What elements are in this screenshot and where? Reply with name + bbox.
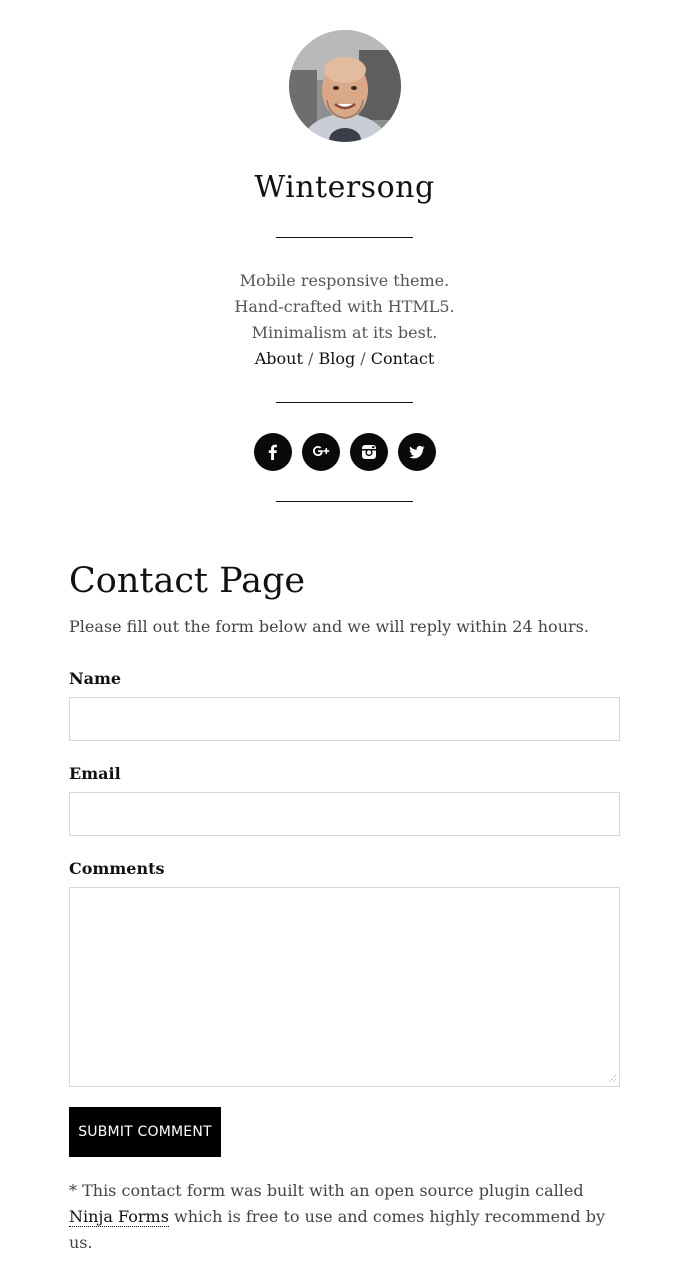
main-nav: About / Blog / Contact: [0, 346, 689, 372]
page-title: Contact Page: [69, 561, 306, 601]
tagline-line: Mobile responsive theme.: [239, 271, 450, 290]
facebook-icon: [268, 444, 277, 460]
facebook-button[interactable]: [254, 433, 292, 471]
name-label: Name: [69, 669, 122, 688]
comments-field[interactable]: [69, 887, 620, 1087]
instagram-button[interactable]: [350, 433, 388, 471]
nav-separator: /: [302, 349, 319, 368]
google-plus-icon: [313, 446, 330, 456]
twitter-icon: [409, 445, 425, 459]
page-intro: Please fill out the form below and we wi…: [69, 617, 589, 636]
nav-separator: /: [355, 349, 371, 368]
name-field[interactable]: [69, 697, 620, 741]
tagline-line: Minimalism at its best.: [251, 323, 438, 342]
avatar[interactable]: [289, 30, 401, 142]
ninja-forms-link[interactable]: Ninja Forms: [69, 1207, 169, 1227]
tagline-line: Hand-crafted with HTML5.: [234, 297, 455, 316]
footnote: * This contact form was built with an op…: [69, 1178, 629, 1256]
divider: [276, 501, 413, 502]
instagram-icon: [362, 445, 376, 459]
email-label: Email: [69, 764, 121, 783]
nav-link-about[interactable]: About: [255, 349, 303, 368]
divider: [276, 237, 413, 238]
submit-comment-button[interactable]: SUBMIT COMMENT: [69, 1107, 221, 1157]
site-title: Wintersong: [254, 170, 435, 205]
social-links: [254, 433, 436, 471]
avatar-photo: [289, 30, 401, 142]
google-plus-button[interactable]: [302, 433, 340, 471]
email-field[interactable]: [69, 792, 620, 836]
twitter-button[interactable]: [398, 433, 436, 471]
resize-grip-icon[interactable]: [607, 1073, 617, 1083]
nav-link-contact[interactable]: Contact: [371, 349, 435, 368]
nav-link-blog[interactable]: Blog: [318, 349, 355, 368]
comments-label: Comments: [69, 859, 165, 878]
site-tagline: Mobile responsive theme. Hand-crafted wi…: [0, 268, 689, 346]
footnote-text: * This contact form was built with an op…: [69, 1181, 584, 1200]
divider: [276, 402, 413, 403]
